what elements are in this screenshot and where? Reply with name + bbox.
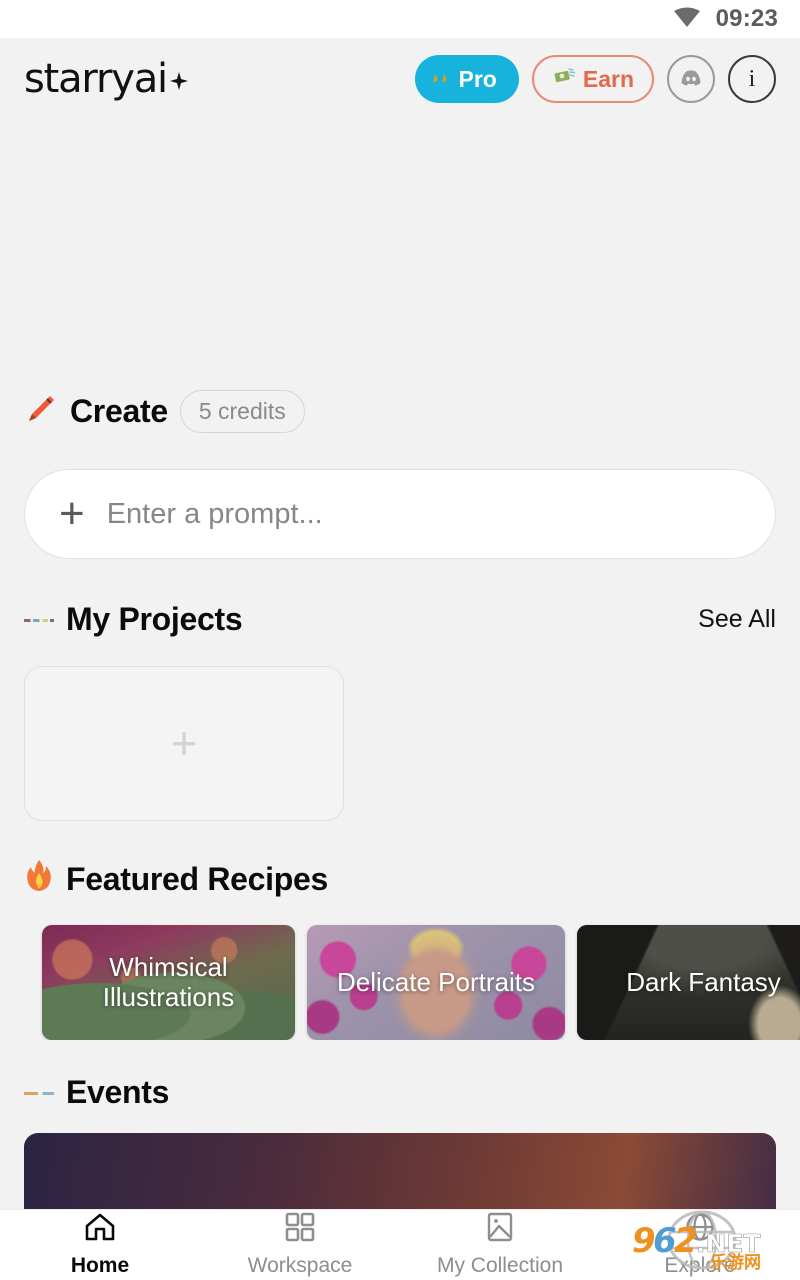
earn-button[interactable]: Earn [531,55,654,103]
recipe-card[interactable]: Dark Fantasy [577,925,800,1040]
nav-item-explore[interactable]: Explore [600,1212,800,1278]
projects-row: + [0,638,800,821]
discord-icon [678,68,704,91]
events-title: Events [66,1074,170,1110]
app-screen: 09:23 starryai Pro Earn i Create 5 credi… [0,0,800,1280]
prompt-input[interactable]: + Enter a prompt... [24,469,776,559]
recipe-card-label: Delicate Portraits [337,966,535,997]
recipes-carousel[interactable]: Whimsical Illustrations Delicate Portrai… [0,899,800,1040]
crown-icon [431,71,453,87]
recipe-card[interactable]: Delicate Portraits [307,925,565,1040]
nav-label-explore: Explore [664,1254,736,1277]
pro-button-label: Pro [458,65,497,92]
tools-icon [24,605,54,635]
projects-section-header: My Projects See All [0,559,800,638]
wifi-icon [672,6,702,33]
projects-see-all-link[interactable]: See All [698,605,776,634]
credits-badge[interactable]: 5 credits [179,390,305,433]
discord-button[interactable] [667,55,715,103]
nav-label-my-collection: My Collection [436,1254,564,1277]
project-add-card[interactable]: + [24,666,344,821]
info-icon: i [748,65,756,92]
calendar-icon [24,1078,54,1108]
app-logo[interactable]: starryai [24,56,189,102]
earn-button-label: Earn [582,65,634,92]
events-section-header: Events [0,1040,800,1111]
home-icon [84,1212,116,1247]
prompt-placeholder: Enter a prompt... [106,497,323,530]
nav-item-home[interactable]: Home [0,1212,200,1278]
recipes-section-header: Featured Recipes [0,821,800,899]
projects-title: My Projects [66,601,243,637]
header-actions: Pro Earn i [414,55,776,103]
nav-label-workspace: Workspace [247,1254,353,1277]
create-section-header: Create 5 credits [0,390,800,433]
recipe-card-label: Whimsical Illustrations [102,952,235,1012]
globe-icon [685,1212,715,1247]
nav-label-home: Home [70,1254,130,1277]
app-header: starryai Pro Earn i [0,38,800,120]
logo-text: starryai [24,56,168,102]
info-button[interactable]: i [728,55,776,103]
bottom-nav: Home Workspace My Collection Explore 9 6… [0,1209,800,1280]
fire-icon [24,859,54,899]
status-bar: 09:23 [0,0,800,38]
status-time: 09:23 [715,5,778,32]
sparkle-icon [169,71,189,96]
top-spacer [0,120,800,390]
recipe-card[interactable]: Whimsical Illustrations [42,925,295,1040]
plus-icon[interactable]: + [59,491,85,535]
nav-item-my-collection[interactable]: My Collection [400,1212,600,1278]
money-with-wings-icon [552,66,576,92]
nav-item-workspace[interactable]: Workspace [200,1212,400,1278]
recipes-title: Featured Recipes [66,860,328,897]
image-icon [485,1212,515,1247]
crayon-icon [24,392,58,432]
main-content: Create 5 credits + Enter a prompt... My … [0,120,800,1280]
create-title: Create [70,393,168,429]
plus-icon: + [170,717,198,770]
grid-icon [285,1212,315,1247]
pro-button[interactable]: Pro [414,55,519,103]
recipe-card-label: Dark Fantasy [626,966,781,997]
